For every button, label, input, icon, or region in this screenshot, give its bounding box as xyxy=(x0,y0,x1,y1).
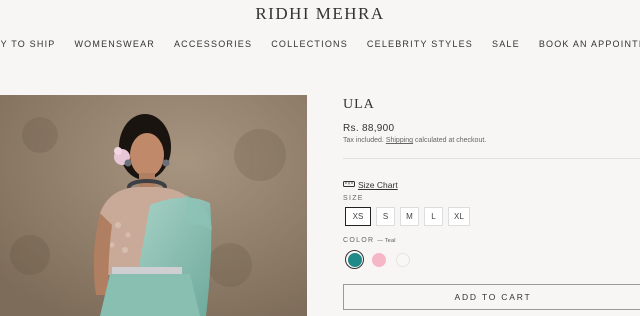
nav-celebrity-styles[interactable]: CELEBRITY STYLES xyxy=(357,39,482,49)
shipping-link[interactable]: Shipping xyxy=(386,137,413,144)
product-photo xyxy=(0,95,307,316)
size-option-xs[interactable]: XS xyxy=(345,207,371,226)
divider xyxy=(343,158,640,159)
size-chart-link[interactable]: Size Chart xyxy=(343,180,398,190)
size-label: SIZE xyxy=(343,195,364,202)
add-to-cart-button[interactable]: ADD TO CART xyxy=(343,284,640,310)
size-option-l[interactable]: L xyxy=(424,207,443,226)
product-price: Rs. 88,900 xyxy=(343,123,395,134)
product-info: ULA Rs. 88,900 Tax included. Shipping ca… xyxy=(343,95,640,144)
tax-note: Tax included. Shipping calculated at che… xyxy=(343,137,640,144)
nav-accessories[interactable]: ACCESSORIES xyxy=(164,39,261,49)
color-swatches xyxy=(345,250,412,269)
color-label-row: COLOR — Teal xyxy=(343,237,396,244)
nav-ready-to-ship[interactable]: READY TO SHIP xyxy=(0,39,65,49)
size-option-xl[interactable]: XL xyxy=(448,207,470,226)
swatch-ivory-dot xyxy=(395,252,410,267)
swatch-teal[interactable] xyxy=(345,250,364,269)
swatch-pink-dot xyxy=(371,252,386,267)
size-option-s[interactable]: S xyxy=(376,207,395,226)
swatch-ivory[interactable] xyxy=(393,250,412,269)
main-nav: READY TO SHIP WOMENSWEAR ACCESSORIES COL… xyxy=(0,39,640,49)
swatch-teal-dot xyxy=(347,252,362,267)
nav-sale[interactable]: SALE xyxy=(483,39,530,49)
tax-prefix: Tax included. xyxy=(343,137,384,144)
size-option-m[interactable]: M xyxy=(400,207,419,226)
product-image[interactable] xyxy=(0,95,307,316)
swatch-pink[interactable] xyxy=(369,250,388,269)
size-chart-label: Size Chart xyxy=(358,180,398,190)
nav-book-appointment[interactable]: BOOK AN APPOINTMENT xyxy=(529,39,640,49)
tax-suffix: calculated at checkout. xyxy=(415,137,487,144)
nav-collections[interactable]: COLLECTIONS xyxy=(262,39,358,49)
product-title: ULA xyxy=(343,97,375,112)
ruler-icon xyxy=(343,180,355,190)
nav-womenswear[interactable]: WOMENSWEAR xyxy=(65,39,165,49)
size-options: XS S M L XL xyxy=(345,207,470,226)
color-value: — Teal xyxy=(377,238,396,244)
color-label: COLOR xyxy=(343,237,375,244)
brand-logo[interactable]: RIDHI MEHRA xyxy=(0,4,640,24)
